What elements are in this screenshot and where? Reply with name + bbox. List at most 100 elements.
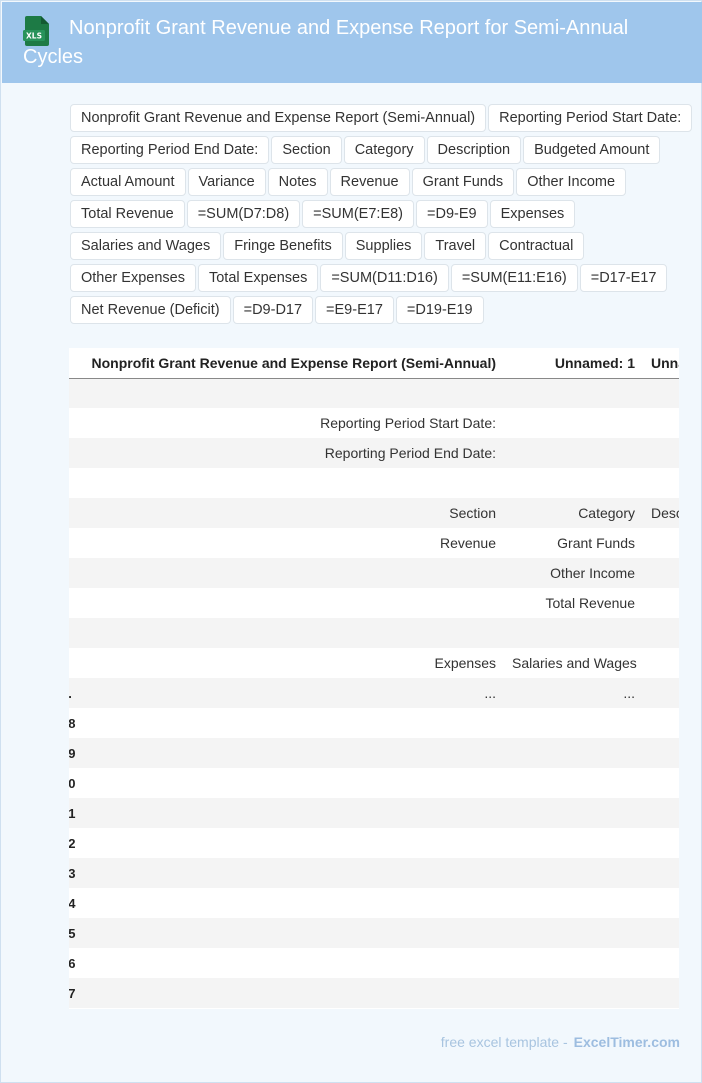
row-index-cell: 5 [69, 528, 81, 558]
row-index-cell: 24 [69, 888, 81, 918]
cell-chip[interactable]: =E9-E17 [315, 296, 394, 324]
table-row: 4SectionCategoryDescription [69, 498, 679, 528]
table-row: 20 [69, 768, 679, 798]
cell-chip[interactable]: Section [271, 136, 342, 164]
table-cell [81, 468, 504, 498]
cell-chip[interactable]: Expenses [489, 200, 576, 228]
cell-chip[interactable]: Actual Amount [70, 168, 186, 196]
table-cell [643, 678, 679, 708]
cell-chip[interactable]: Variance [187, 168, 266, 196]
cell-chip[interactable]: Travel [424, 232, 487, 260]
cell-chip[interactable]: =D9-E9 [416, 200, 488, 228]
cell-chip[interactable]: Revenue [329, 168, 410, 196]
row-index-cell: 2 [69, 438, 81, 468]
table-cell [81, 708, 504, 738]
table-cell [504, 858, 643, 888]
table-row: 25 [69, 918, 679, 948]
table-row: 5RevenueGrant Funds [69, 528, 679, 558]
cell-chip[interactable]: =SUM(D7:D8) [186, 200, 301, 228]
table-cell [504, 828, 643, 858]
cell-chip[interactable]: Grant Funds [411, 168, 515, 196]
table-cell [643, 708, 679, 738]
table-row: 6 Other Income [69, 558, 679, 588]
row-index-cell: 9 [69, 648, 81, 678]
table-row: 1Reporting Period Start Date: [69, 408, 679, 438]
row-index-cell: 4 [69, 498, 81, 528]
table-cell [504, 798, 643, 828]
table-cell [81, 378, 504, 408]
table-cell [81, 888, 504, 918]
table-cell [504, 618, 643, 648]
cell-chip[interactable]: Nonprofit Grant Revenue and Expense Repo… [70, 104, 487, 132]
table-cell [504, 888, 643, 918]
table-cell: Salaries and Wages [504, 648, 643, 678]
cell-chip[interactable]: Contractual [488, 232, 585, 260]
row-index-cell: 1 [69, 408, 81, 438]
cell-chip[interactable]: Total Revenue [70, 200, 185, 228]
table-cell [81, 978, 504, 1008]
table-cell [643, 918, 679, 948]
table-cell: Reporting Period Start Date: [81, 408, 504, 438]
table-cell: Description [643, 498, 679, 528]
cell-chip[interactable]: =SUM(D11:D16) [320, 264, 449, 292]
table-cell [643, 858, 679, 888]
cell-chip[interactable]: Budgeted Amount [523, 136, 661, 164]
table-row: 18 [69, 708, 679, 738]
table-row: ......... [69, 678, 679, 708]
cell-chip[interactable]: Total Expenses [197, 264, 319, 292]
cell-chip[interactable]: =SUM(E7:E8) [302, 200, 415, 228]
table-cell: Grant Funds [504, 528, 643, 558]
row-index-cell: 20 [69, 768, 81, 798]
cell-chip[interactable]: =SUM(E11:E16) [450, 264, 578, 292]
page-title: Nonprofit Grant Revenue and Expense Repo… [23, 17, 629, 68]
row-index-cell: 22 [69, 828, 81, 858]
footer-brand-link[interactable]: ExcelTimer.com [574, 1034, 680, 1050]
row-index-cell: 6 [69, 558, 81, 588]
row-index-cell: 3 [69, 468, 81, 498]
cell-chip[interactable]: Category [343, 136, 425, 164]
row-index-cell: 25 [69, 918, 81, 948]
cell-chip[interactable]: Reporting Period End Date: [70, 136, 270, 164]
cell-chip[interactable]: Description [426, 136, 522, 164]
table-cell [81, 858, 504, 888]
data-table-panel[interactable]: Nonprofit Grant Revenue and Expense Repo… [69, 348, 679, 1009]
cell-chip[interactable]: =D19-E19 [395, 296, 484, 324]
table-cell [643, 648, 679, 678]
row-index-cell: 18 [69, 708, 81, 738]
table-cell [81, 798, 504, 828]
cell-chip[interactable]: =D9-D17 [232, 296, 314, 324]
column-header: Nonprofit Grant Revenue and Expense Repo… [81, 348, 504, 379]
footer-credit: free excel template - ExcelTimer.com [441, 1034, 680, 1050]
table-cell: Revenue [81, 528, 504, 558]
cell-chip[interactable]: Other Income [516, 168, 627, 196]
table-cell [504, 378, 643, 408]
cell-chip[interactable]: Supplies [344, 232, 423, 260]
cell-chip[interactable]: Salaries and Wages [70, 232, 222, 260]
table-row: 27 [69, 978, 679, 1008]
table-cell [504, 978, 643, 1008]
cell-chip[interactable]: Net Revenue (Deficit) [70, 296, 231, 324]
table-cell [504, 768, 643, 798]
table-cell [81, 768, 504, 798]
table-cell [643, 558, 679, 588]
cell-chip[interactable]: Notes [267, 168, 328, 196]
page-header: XLS Nonprofit Grant Revenue and Expense … [2, 2, 702, 83]
table-cell [81, 588, 504, 618]
table-cell [81, 948, 504, 978]
cell-chip[interactable]: Fringe Benefits [223, 232, 343, 260]
table-cell: Expenses [81, 648, 504, 678]
table-row: 22 [69, 828, 679, 858]
table-cell [504, 918, 643, 948]
table-row: 3 [69, 468, 679, 498]
table-cell [81, 828, 504, 858]
table-row: 0 [69, 378, 679, 408]
data-table: Nonprofit Grant Revenue and Expense Repo… [69, 348, 679, 1008]
table-row: 9ExpensesSalaries and Wages [69, 648, 679, 678]
cell-chip[interactable]: =D17-E17 [579, 264, 668, 292]
row-index-cell: 27 [69, 978, 81, 1008]
table-row: 8 [69, 618, 679, 648]
table-row: 19 [69, 738, 679, 768]
cell-chip[interactable]: Reporting Period Start Date: [488, 104, 693, 132]
cell-chip[interactable]: Other Expenses [70, 264, 196, 292]
table-row: 2Reporting Period End Date: [69, 438, 679, 468]
